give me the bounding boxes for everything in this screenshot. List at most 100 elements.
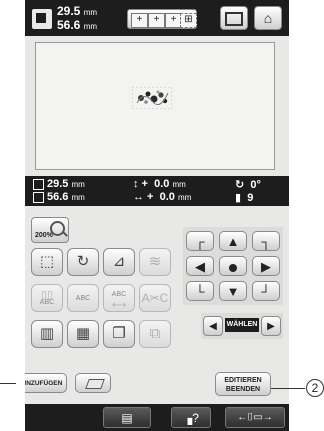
info-bar: 29.5 mm 56.6 mm ↕ + 0.0 mm ↔ + 0.0 mm ↻ … — [25, 176, 289, 206]
move-up-button[interactable]: ▲ — [219, 231, 247, 251]
resize-icon — [225, 12, 243, 26]
info-offset-y: ↕ + 0.0 mm — [133, 178, 186, 190]
text-array-button: A✂C — [139, 284, 171, 312]
move-pad: ┌ ▲ ┐ ◀ ▶ └ ▼ ┘ — [183, 227, 283, 305]
move-down-button[interactable]: ▼ — [219, 281, 247, 301]
rotate-button[interactable]: ↻ — [67, 248, 99, 276]
thread-plus-1[interactable]: + — [131, 13, 148, 28]
zoom-label: 200% — [35, 232, 53, 239]
move-left-button[interactable]: ◀ — [186, 256, 214, 276]
settings-list-icon: ▤ — [121, 411, 133, 425]
mirror-icon: ⊿ — [112, 253, 126, 270]
thread-spool-icon: ▮ — [235, 192, 242, 204]
info-width-unit: mm — [71, 193, 85, 202]
select-next-button[interactable]: ▶ — [261, 316, 281, 336]
magnifier-icon — [50, 221, 65, 236]
select-previous-button[interactable]: ◀ — [203, 316, 223, 336]
rotation-icon: ↻ — [235, 179, 245, 191]
offset-x-unit: mm — [177, 193, 192, 202]
thread-plus-2[interactable]: + — [148, 13, 165, 28]
embroidery-pattern-thumbnail[interactable] — [132, 87, 172, 109]
header-width-unit: mm — [83, 22, 98, 31]
thread-add-icon[interactable]: ⊞ — [180, 13, 197, 28]
text-mirror-icon: ▯▯ — [40, 289, 54, 301]
select-area-icon: ⬚ — [39, 253, 55, 270]
offset-x-value: 0.0 — [159, 191, 175, 203]
corner-up-right-icon: ┐ — [261, 234, 271, 249]
arrow-right-icon: ▶ — [261, 259, 271, 274]
offset-x-prefix: ↔ + — [133, 191, 154, 203]
bottom-bar: ▤ ▗? ←⌷▭→ — [25, 404, 289, 431]
text-spacing-button: ABC ⟷ — [103, 284, 135, 312]
info-width-value: 56.6 — [47, 191, 69, 203]
callout-line-left — [0, 383, 16, 384]
move-up-left-button[interactable]: ┌ — [186, 231, 214, 251]
corner-up-left-icon: ┌ — [195, 234, 205, 249]
thread-palette-button[interactable]: ▥ — [31, 320, 63, 348]
text-array-icon: A✂C — [141, 291, 169, 305]
pattern-select-control: ◀ WÄHLEN ▶ — [201, 313, 283, 339]
help-button[interactable]: ▗? — [171, 407, 211, 428]
thread-color-bar[interactable]: + + + ⊞ — [127, 9, 197, 29]
end-editing-button[interactable]: EDITIEREN BEENDEN — [215, 372, 271, 396]
pattern-size-readout: 29.5 mm 56.6 mm — [57, 5, 97, 33]
move-up-right-button[interactable]: ┐ — [252, 231, 280, 251]
embroidery-edit-screen: 29.5 mm 56.6 mm + + + ⊞ ⌂ 29.5 mm 56.6 m… — [25, 0, 289, 431]
zoom-button[interactable]: 200% — [31, 217, 69, 243]
mirror-button[interactable]: ⊿ — [103, 248, 135, 276]
duplicate-icon: ⧉ — [149, 325, 161, 342]
select-area-button[interactable]: ⬚ — [31, 248, 63, 276]
size-indicator-icon — [32, 9, 52, 29]
presser-foot-button[interactable]: ←⌷▭→ — [225, 407, 285, 428]
border-button[interactable]: ❐ — [103, 320, 135, 348]
rotate-icon: ↻ — [76, 253, 90, 270]
text-curve-label: ABC — [75, 295, 91, 302]
info-color-count: ▮ 9 — [235, 191, 253, 204]
color-count-value: 9 — [247, 192, 254, 204]
info-height: 29.5 mm — [33, 178, 85, 190]
text-mirror-button: ABC ▯▯ — [31, 284, 63, 312]
center-dot-icon — [229, 263, 237, 272]
end-editing-label-1: EDITIEREN — [224, 377, 262, 384]
presser-foot-icon: ←⌷▭→ — [237, 412, 273, 423]
move-center-button[interactable] — [219, 256, 247, 276]
width-icon — [33, 191, 44, 203]
text-curve-button: ABC — [67, 284, 99, 312]
arrow-left-icon: ◀ — [195, 259, 205, 274]
eraser-icon — [85, 379, 105, 389]
arrow-down-icon: ▼ — [226, 284, 240, 299]
header-height-unit: mm — [83, 8, 98, 17]
info-height-value: 29.5 — [47, 178, 69, 190]
header-height-value: 29.5 — [57, 4, 81, 18]
arrow-right-icon: ▶ — [267, 321, 275, 332]
add-button[interactable]: HINZUFÜGEN — [25, 373, 67, 393]
grid-icon: ▦ — [75, 325, 91, 342]
corner-down-left-icon: └ — [195, 284, 205, 299]
offset-y-unit: mm — [172, 180, 186, 189]
move-down-right-button[interactable]: ┘ — [252, 281, 280, 301]
info-height-unit: mm — [71, 180, 85, 189]
info-width: 56.6 mm — [33, 191, 85, 203]
end-editing-label-2: BEENDEN — [225, 386, 261, 393]
move-right-button[interactable]: ▶ — [252, 256, 280, 276]
density-icon: ≋ — [148, 253, 162, 270]
spacing-arrows-icon: ⟷ — [111, 300, 127, 311]
callout-line-right — [271, 388, 305, 389]
resize-button[interactable] — [220, 6, 248, 30]
rotation-value: 0° — [250, 179, 261, 191]
settings-button[interactable]: ▤ — [103, 407, 151, 428]
header-width-value: 56.6 — [57, 18, 81, 32]
multi-color-button[interactable]: ▦ — [67, 320, 99, 348]
select-label: WÄHLEN — [225, 318, 259, 332]
arrow-left-icon: ◀ — [209, 321, 217, 332]
arrow-up-icon: ▲ — [226, 234, 240, 249]
move-down-left-button[interactable]: └ — [186, 281, 214, 301]
duplicate-button: ⧉ — [139, 320, 171, 348]
home-button[interactable]: ⌂ — [254, 6, 282, 30]
delete-button[interactable] — [75, 373, 111, 393]
offset-y-prefix: ↕ + — [133, 178, 148, 190]
home-icon: ⌂ — [263, 10, 273, 26]
info-rotation: ↻ 0° — [235, 178, 261, 191]
info-offset-x: ↔ + 0.0 mm — [133, 191, 191, 203]
top-bar: 29.5 mm 56.6 mm + + + ⊞ ⌂ — [25, 0, 289, 36]
